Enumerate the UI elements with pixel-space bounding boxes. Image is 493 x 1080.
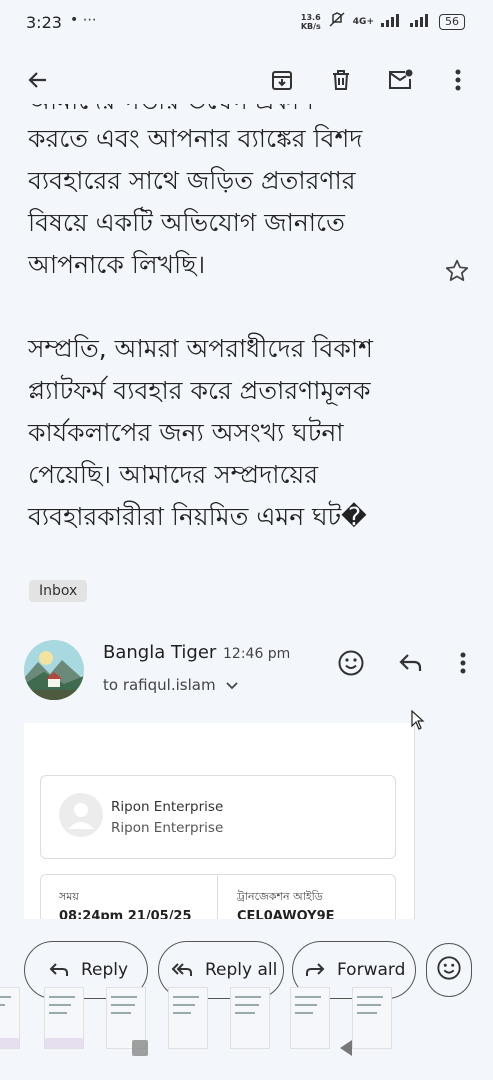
- time-label: সময়: [59, 890, 79, 903]
- embedded-receipt-image[interactable]: Ripon Enterprise Ripon Enterprise সময় 0…: [24, 723, 415, 919]
- recent-thumbnail[interactable]: [0, 987, 20, 1049]
- emoji-icon: [436, 955, 462, 985]
- more-vertical-icon: [460, 652, 466, 678]
- transaction-card: সময় 08:24pm 21/05/25 ট্রানজেকশন আইডি CE…: [40, 874, 396, 919]
- sender-avatar[interactable]: [24, 640, 84, 700]
- reply-label: Reply: [81, 960, 129, 980]
- body-line: বিষয়ে একটি অভিযোগ জানাতে: [28, 208, 345, 237]
- merchant-card: Ripon Enterprise Ripon Enterprise: [40, 775, 396, 859]
- merchant-subtitle: Ripon Enterprise: [111, 820, 224, 836]
- chevron-down-icon: [226, 676, 238, 694]
- body-line: ব্যবহারের সাথে জড়িত প্রতারণার: [28, 166, 356, 195]
- silent-icon: [328, 12, 346, 31]
- transaction-id-label: ট্রানজেকশন আইডি: [237, 890, 323, 903]
- status-time: 3:23: [26, 13, 62, 32]
- archive-button[interactable]: [260, 60, 304, 104]
- body-line: প্ল্যাটফর্ম ব্যবহার করে প্রতারণামূলক: [28, 376, 371, 405]
- emoji-icon: [337, 649, 365, 681]
- email-body: করতে এবং আপনার ব্যাঙ্কের বিশদ ব্যবহারের …: [28, 118, 448, 538]
- recent-screens-strip: [0, 982, 493, 1080]
- recents-nav-icon[interactable]: [132, 1040, 148, 1056]
- battery-indicator: 56: [439, 13, 465, 30]
- status-bar: 3:23 • ⋯ 13.6 KB/s 4G+ 56: [0, 0, 493, 46]
- recent-thumbnail[interactable]: [44, 987, 84, 1049]
- notification-icons: • ⋯: [70, 12, 97, 28]
- recipient-details-toggle[interactable]: to rafiqul.islam: [103, 676, 238, 694]
- mark-unread-button[interactable]: [379, 60, 423, 104]
- more-options-button[interactable]: [436, 60, 480, 104]
- arrow-left-icon: [26, 68, 50, 96]
- forward-icon: [306, 963, 325, 976]
- status-indicators: 13.6 KB/s 4G+ 56: [301, 12, 465, 31]
- trash-icon: [329, 68, 353, 96]
- reply-icon: [398, 652, 424, 678]
- body-line: ব্যবহারকারীরা নিয়মিত এমন ঘট�: [28, 502, 367, 531]
- back-button[interactable]: [16, 60, 60, 104]
- network-type: 4G+: [352, 16, 374, 27]
- mouse-cursor-icon: [411, 709, 425, 734]
- mail-unread-icon: [387, 68, 415, 96]
- recent-thumbnail[interactable]: [230, 987, 270, 1049]
- message-more-button[interactable]: [445, 647, 481, 683]
- label-chip-inbox[interactable]: Inbox: [29, 580, 88, 602]
- reply-all-icon: [171, 963, 192, 976]
- recent-thumbnail[interactable]: [290, 987, 330, 1049]
- divider: [217, 875, 218, 919]
- transaction-id-value: CEL0AWOY9E: [237, 909, 335, 919]
- body-line: সম্প্রতি, আমরা অপরাধীদের বিকাশ: [28, 334, 373, 363]
- signal-icon: [381, 13, 403, 30]
- add-reaction-button[interactable]: [333, 647, 369, 683]
- recent-thumbnail[interactable]: [168, 987, 208, 1049]
- star-icon: [444, 259, 470, 288]
- merchant-name: Ripon Enterprise: [111, 799, 224, 815]
- network-speed: 13.6 KB/s: [300, 12, 321, 31]
- back-nav-icon[interactable]: [340, 1040, 352, 1056]
- signal-icon-2: [410, 13, 432, 30]
- body-line: করতে এবং আপনার ব্যাঙ্কের বিশদ: [28, 124, 363, 153]
- delete-button[interactable]: [319, 60, 363, 104]
- body-line: আপনাকে লিখছি।: [28, 250, 206, 279]
- recipient-text: to rafiqul.islam: [103, 676, 216, 694]
- message-time: 12:46 pm: [223, 646, 291, 662]
- time-value: 08:24pm 21/05/25: [59, 909, 192, 919]
- reply-all-label: Reply all: [205, 960, 278, 980]
- body-line: পেয়েছি। আমাদের সম্প্রদায়ের: [28, 460, 318, 489]
- reply-icon-button[interactable]: [393, 647, 429, 683]
- sender-name: Bangla Tiger: [103, 642, 217, 663]
- reply-icon: [49, 963, 68, 976]
- archive-icon: [270, 68, 294, 96]
- forward-label: Forward: [337, 960, 406, 980]
- body-line: কার্যকলাপের জন্য অসংখ্য ঘটনা: [28, 418, 344, 447]
- more-vertical-icon: [455, 69, 461, 95]
- star-button[interactable]: [444, 258, 470, 288]
- merchant-avatar: [59, 793, 103, 837]
- recent-thumbnail[interactable]: [352, 987, 392, 1049]
